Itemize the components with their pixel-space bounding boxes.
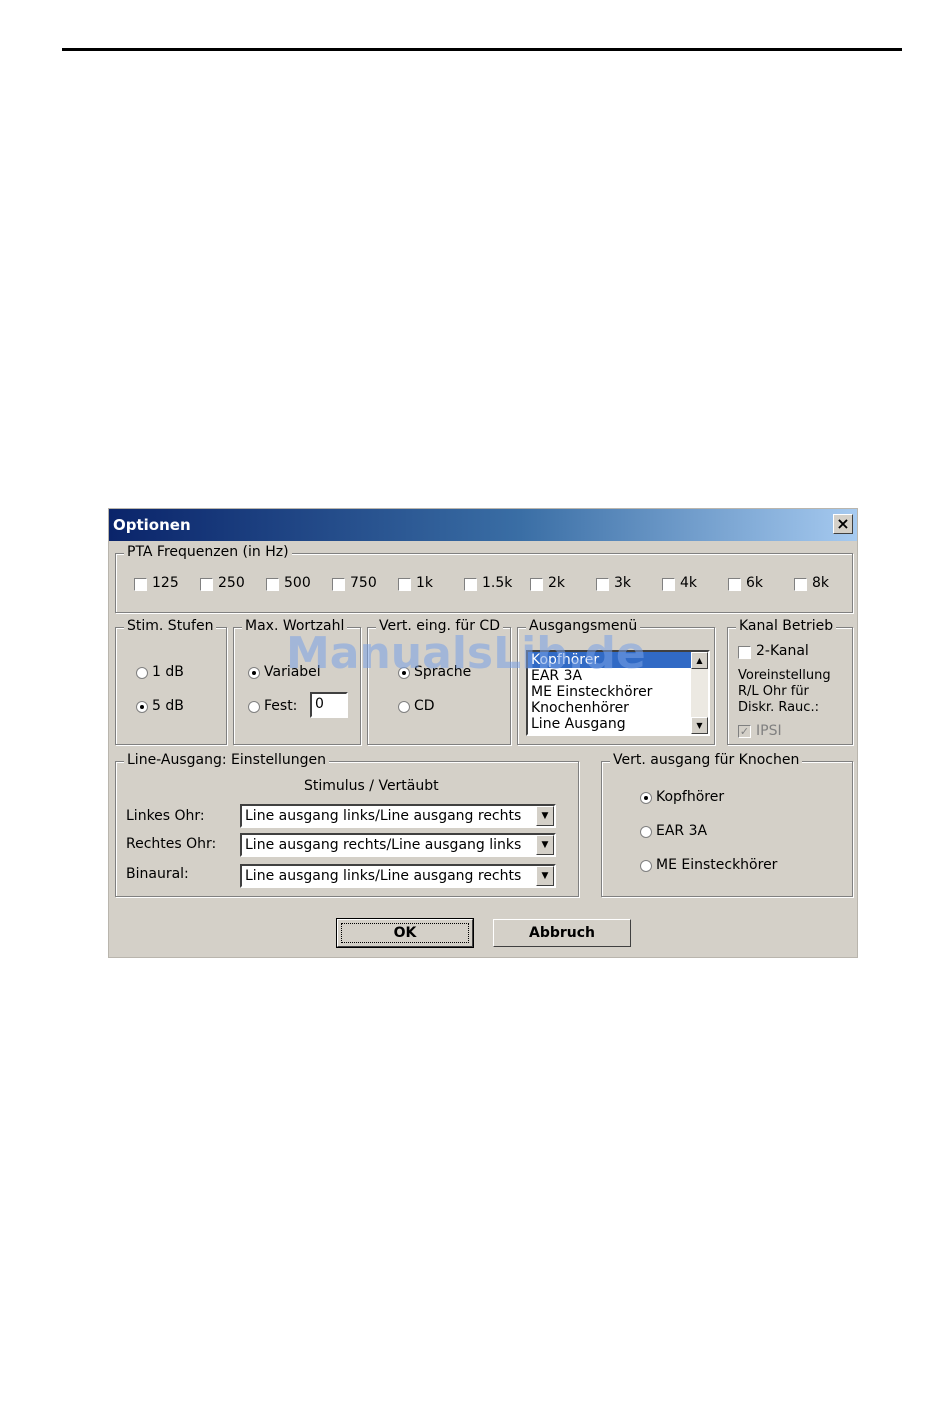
links-label: Linkes Ohr: [126, 808, 205, 824]
chevron-down-icon[interactable]: ▼ [536, 806, 554, 826]
close-icon[interactable]: × [833, 514, 853, 534]
ipsi-label: IPSI [756, 723, 782, 739]
pta-label-1.5k: 1.5k [482, 575, 513, 591]
voreinstellung-line3: Diskr. Rauc.: [738, 700, 819, 715]
kanal-legend: Kanal Betrieb [736, 618, 837, 634]
binaural-label: Binaural: [126, 866, 189, 882]
ausgang-scrollbar[interactable]: ▲ ▼ [691, 652, 708, 734]
pta-checkbox-8k[interactable] [794, 578, 807, 591]
scroll-up-icon[interactable]: ▲ [691, 652, 708, 669]
list-item[interactable]: Knochenhörer [528, 700, 708, 716]
wortzahl-fest-label: Fest: [264, 698, 298, 714]
scroll-down-icon[interactable]: ▼ [691, 717, 708, 734]
pta-label-250: 250 [218, 575, 245, 591]
pta-label-8k: 8k [812, 575, 830, 591]
chevron-down-icon[interactable]: ▼ [536, 866, 554, 886]
pta-label-6k: 6k [746, 575, 764, 591]
pta-checkbox-1.5k[interactable] [464, 578, 477, 591]
pta-checkbox-4k[interactable] [662, 578, 675, 591]
cancel-button[interactable]: Abbruch [493, 919, 631, 947]
binaural-select-value: Line ausgang links/Line ausgang rechts [245, 868, 522, 884]
pta-checkbox-125[interactable] [134, 578, 147, 591]
pta-label-500: 500 [284, 575, 311, 591]
knochen-me-label: ME Einsteckhörer [656, 857, 778, 873]
pta-label-4k: 4k [680, 575, 698, 591]
pta-checkbox-250[interactable] [200, 578, 213, 591]
rechts-label: Rechtes Ohr: [126, 836, 217, 852]
wortzahl-variabel-radio[interactable] [248, 667, 260, 679]
two-channel-checkbox[interactable] [738, 646, 751, 659]
pta-checkbox-2k[interactable] [530, 578, 543, 591]
stim-5db-radio[interactable] [136, 701, 148, 713]
chevron-down-icon[interactable]: ▼ [536, 835, 554, 855]
ipsi-checkbox[interactable]: ✓ [738, 725, 751, 738]
pta-checkbox-6k[interactable] [728, 578, 741, 591]
voreinstellung-line2: R/L Ohr für [738, 684, 809, 699]
knochen-ear3a-label: EAR 3A [656, 823, 708, 839]
knochen-ear3a-radio[interactable] [640, 826, 652, 838]
wortzahl-fest-input[interactable]: 0 [310, 692, 348, 718]
stim-group: Stim. Stufen 1 dB 5 dB [115, 618, 227, 745]
title-bar[interactable]: Optionen × [109, 509, 857, 541]
line-group: Line-Ausgang: Einstellungen Stimulus / V… [115, 752, 579, 897]
stim-1db-radio[interactable] [136, 667, 148, 679]
ok-button-label: OK [341, 923, 469, 943]
list-item[interactable]: Line Ausgang [528, 716, 708, 732]
vert-cd-cd-radio[interactable] [398, 701, 410, 713]
rechts-select[interactable]: Line ausgang rechts/Line ausgang links ▼ [240, 833, 556, 857]
page-rule [62, 48, 902, 51]
pta-checkbox-500[interactable] [266, 578, 279, 591]
pta-legend: PTA Frequenzen (in Hz) [124, 544, 292, 560]
stim-legend: Stim. Stufen [124, 618, 217, 634]
pta-checkbox-1k[interactable] [398, 578, 411, 591]
stim-1db-label: 1 dB [152, 664, 184, 680]
stim-5db-label: 5 dB [152, 698, 184, 714]
pta-checkbox-750[interactable] [332, 578, 345, 591]
pta-checkbox-3k[interactable] [596, 578, 609, 591]
line-header: Stimulus / Vertäubt [304, 778, 439, 794]
pta-label-1k: 1k [416, 575, 434, 591]
wortzahl-fest-radio[interactable] [248, 701, 260, 713]
links-select[interactable]: Line ausgang links/Line ausgang rechts ▼ [240, 804, 556, 828]
binaural-select[interactable]: Line ausgang links/Line ausgang rechts ▼ [240, 864, 556, 888]
options-dialog: Optionen × PTA Frequenzen (in Hz) 125 250… [108, 508, 858, 958]
pta-label-125: 125 [152, 575, 179, 591]
knochen-legend: Vert. ausgang für Knochen [610, 752, 803, 768]
ok-button[interactable]: OK [336, 918, 474, 948]
line-legend: Line-Ausgang: Einstellungen [124, 752, 329, 768]
two-channel-label: 2-Kanal [756, 643, 809, 659]
watermark-text: ManualsLib.de [286, 628, 646, 679]
voreinstellung-line1: Voreinstellung [738, 668, 831, 683]
knochen-kopfhoerer-radio[interactable] [640, 792, 652, 804]
vert-cd-cd-label: CD [414, 698, 435, 714]
knochen-me-radio[interactable] [640, 860, 652, 872]
list-item[interactable]: ME Einsteckhörer [528, 684, 708, 700]
rechts-select-value: Line ausgang rechts/Line ausgang links [245, 837, 522, 853]
knochen-group: Vert. ausgang für Knochen Kopfhörer EAR … [601, 752, 853, 897]
pta-group: PTA Frequenzen (in Hz) 125 250 500 750 1k 1.5… [115, 544, 853, 613]
pta-label-2k: 2k [548, 575, 566, 591]
kanal-group: Kanal Betrieb 2-Kanal Voreinstellung R/L… [727, 618, 853, 745]
pta-label-750: 750 [350, 575, 377, 591]
dialog-title: Optionen [113, 516, 191, 534]
pta-label-3k: 3k [614, 575, 632, 591]
knochen-kopfhoerer-label: Kopfhörer [656, 789, 725, 805]
links-select-value: Line ausgang links/Line ausgang rechts [245, 808, 522, 824]
